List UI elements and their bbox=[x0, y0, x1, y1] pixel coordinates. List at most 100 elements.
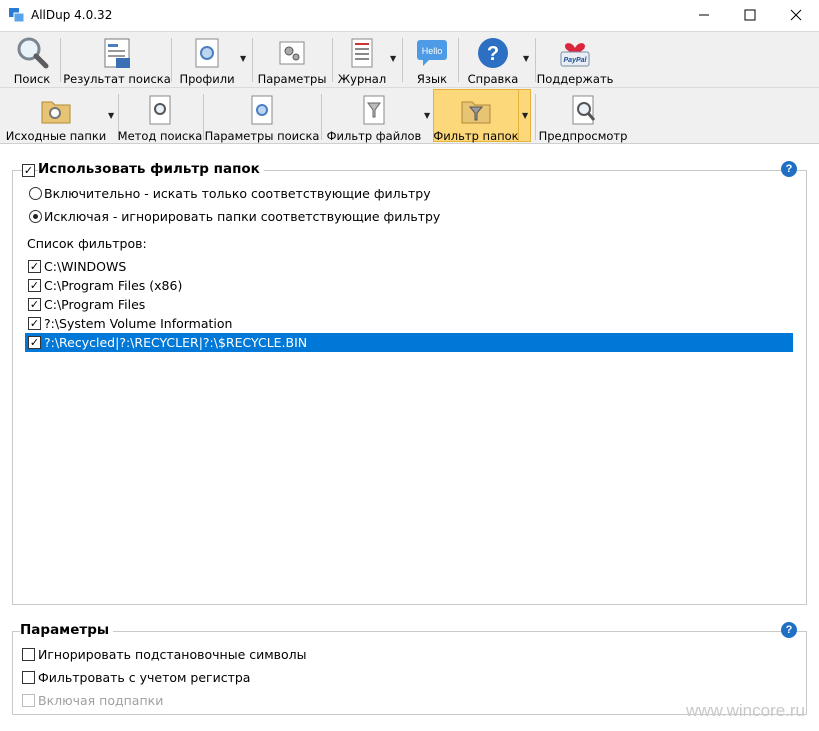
file-filter-dropdown-icon[interactable]: ▼ bbox=[424, 111, 430, 120]
ignore-wildcards-label: Игнорировать подстановочные символы bbox=[38, 647, 307, 662]
parameters-button[interactable]: Параметры bbox=[258, 34, 326, 86]
maximize-icon bbox=[744, 9, 756, 21]
filter-checkbox[interactable]: ✓ bbox=[28, 336, 41, 349]
log-icon bbox=[351, 38, 373, 68]
filter-row[interactable]: ✓ C:\Program Files (x86) bbox=[25, 276, 793, 295]
case-sensitive-label: Фильтровать с учетом регистра bbox=[38, 670, 251, 685]
watermark: www.wincore.ru bbox=[685, 701, 805, 720]
parameters-title: Параметры bbox=[20, 622, 114, 638]
maximize-button[interactable] bbox=[727, 0, 773, 30]
filter-checkbox[interactable]: ✓ bbox=[28, 298, 41, 311]
minimize-button[interactable] bbox=[681, 0, 727, 30]
profiles-label: Профили bbox=[179, 72, 235, 86]
separator bbox=[171, 38, 172, 82]
inclusive-label: Включительно - искать только соответству… bbox=[44, 186, 431, 201]
language-button[interactable]: Hello Язык bbox=[412, 34, 452, 86]
hello-bubble-text: Hello bbox=[422, 46, 443, 56]
minimize-icon bbox=[699, 14, 709, 16]
source-folders-label: Исходные папки bbox=[5, 129, 107, 143]
filter-path: C:\Program Files bbox=[44, 297, 146, 312]
search-method-button[interactable]: Метод поиска bbox=[117, 91, 203, 143]
source-folders-dropdown-icon[interactable]: ▼ bbox=[108, 111, 114, 120]
paypal-heart-icon: PayPal bbox=[560, 43, 590, 67]
filter-checkbox[interactable]: ✓ bbox=[28, 279, 41, 292]
separator bbox=[321, 94, 322, 140]
case-sensitive-checkbox[interactable] bbox=[22, 671, 35, 684]
filter-row[interactable]: ✓ C:\WINDOWS bbox=[25, 257, 793, 276]
help-glyph: ? bbox=[785, 163, 793, 175]
profile-gear-icon bbox=[195, 38, 219, 68]
profiles-button[interactable]: Профили bbox=[176, 34, 238, 86]
search-result-button[interactable]: Результат поиска bbox=[63, 34, 171, 86]
search-method-label: Метод поиска bbox=[117, 129, 203, 143]
support-button[interactable]: PayPal Поддержать bbox=[537, 34, 613, 86]
close-icon bbox=[790, 9, 802, 21]
exclusive-label: Исключая - игнорировать папки соответств… bbox=[44, 209, 441, 224]
folder-search-icon bbox=[41, 101, 71, 124]
separator bbox=[535, 94, 536, 140]
support-label: Поддержать bbox=[536, 72, 614, 86]
filter-path: ?:\Recycled|?:\RECYCLER|?:\$RECYCLE.BIN bbox=[44, 335, 308, 350]
journal-button[interactable]: Журнал bbox=[338, 34, 386, 86]
paypal-text: PayPal bbox=[564, 57, 588, 64]
help-glyph: ? bbox=[785, 624, 793, 636]
filter-list-label: Список фильтров: bbox=[27, 236, 147, 251]
filter-row[interactable]: ✓ ?:\System Volume Information bbox=[25, 314, 793, 333]
filter-checkbox[interactable]: ✓ bbox=[28, 260, 41, 273]
help-label: Справка bbox=[467, 72, 519, 86]
filter-path: C:\WINDOWS bbox=[44, 259, 127, 274]
include-subfolders-label: Включая подпапки bbox=[38, 693, 164, 708]
inclusive-radio[interactable] bbox=[29, 187, 42, 200]
journal-label: Журнал bbox=[337, 72, 387, 86]
app-icon bbox=[9, 8, 25, 22]
folder-filter-button[interactable]: Фильтр папок bbox=[433, 91, 519, 143]
search-result-label: Результат поиска bbox=[63, 72, 171, 86]
filter-row-selected[interactable]: ✓ ?:\Recycled|?:\RECYCLER|?:\$RECYCLE.BI… bbox=[25, 333, 793, 352]
folder-filter-label: Фильтр папок bbox=[433, 129, 519, 143]
include-subfolders-checkbox[interactable] bbox=[22, 694, 35, 707]
filter-path: C:\Program Files (x86) bbox=[44, 278, 183, 293]
parameters-label: Параметры bbox=[257, 72, 327, 86]
source-folders-button[interactable]: Исходные папки bbox=[5, 91, 107, 143]
file-funnel-icon bbox=[363, 95, 385, 125]
search-button[interactable]: Поиск bbox=[10, 34, 54, 86]
magnifier-icon bbox=[17, 37, 49, 69]
ignore-wildcards-checkbox[interactable] bbox=[22, 648, 35, 661]
folder-filter-dropdown-icon[interactable]: ▼ bbox=[522, 111, 528, 120]
separator bbox=[458, 38, 459, 82]
search-parameters-button[interactable]: Параметры поиска bbox=[204, 91, 320, 143]
filter-path: ?:\System Volume Information bbox=[44, 316, 233, 331]
main-toolbar: Поиск Результат поиска Профили ▼ Парамет… bbox=[0, 31, 819, 87]
separator bbox=[332, 38, 333, 82]
settings-gears-icon bbox=[279, 41, 305, 65]
close-button[interactable] bbox=[773, 0, 819, 30]
file-filter-button[interactable]: Фильтр файлов bbox=[326, 91, 422, 143]
help-dropdown-icon[interactable]: ▼ bbox=[523, 54, 529, 63]
filter-row[interactable]: ✓ C:\Program Files bbox=[25, 295, 793, 314]
question-glyph: ? bbox=[487, 43, 499, 65]
hello-bubble-icon: Hello bbox=[417, 40, 447, 66]
filter-checkbox[interactable]: ✓ bbox=[28, 317, 41, 330]
document-search-icon bbox=[149, 95, 171, 125]
separator bbox=[402, 38, 403, 82]
journal-dropdown-icon[interactable]: ▼ bbox=[390, 54, 396, 63]
file-filter-label: Фильтр файлов bbox=[326, 129, 422, 143]
question-icon: ? bbox=[478, 38, 508, 68]
help-icon[interactable]: ? bbox=[781, 161, 797, 177]
search-label: Поиск bbox=[13, 72, 51, 86]
profiles-dropdown-icon[interactable]: ▼ bbox=[240, 54, 246, 63]
search-parameters-label: Параметры поиска bbox=[204, 129, 320, 143]
result-list-icon bbox=[104, 38, 130, 68]
exclusive-radio[interactable] bbox=[29, 210, 42, 223]
document-gear-icon bbox=[251, 95, 273, 125]
help-button[interactable]: ? Справка bbox=[466, 34, 520, 86]
separator bbox=[60, 38, 61, 82]
preview-button[interactable]: Предпросмотр bbox=[539, 91, 627, 143]
separator bbox=[252, 38, 253, 82]
use-folder-filter-checkbox[interactable]: ✓ bbox=[22, 164, 35, 177]
help-icon[interactable]: ? bbox=[781, 622, 797, 638]
language-label: Язык bbox=[416, 72, 448, 86]
document-preview-icon bbox=[572, 95, 596, 125]
folder-filter-title: Использовать фильтр папок bbox=[38, 161, 264, 177]
window-title: AllDup 4.0.32 bbox=[31, 8, 113, 22]
